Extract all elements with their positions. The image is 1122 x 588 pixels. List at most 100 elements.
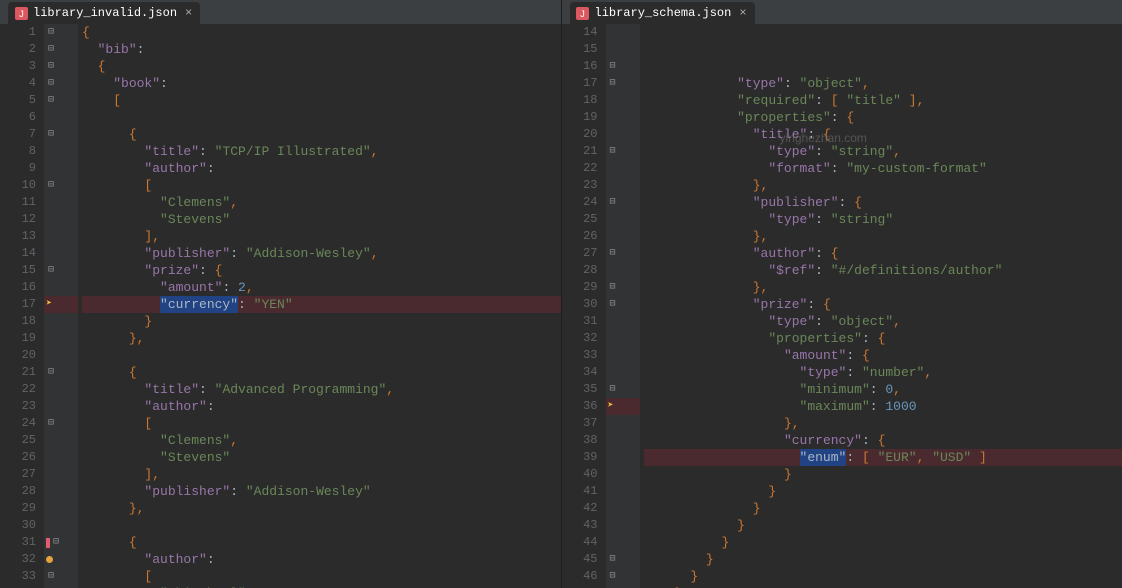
- code-line[interactable]: "currency": "YEN": [82, 296, 561, 313]
- code-line[interactable]: "maximum": 1000: [644, 398, 1122, 415]
- code-line[interactable]: "author":: [82, 160, 561, 177]
- margin-cell[interactable]: [606, 126, 640, 143]
- fold-toggle-icon[interactable]: ⊟: [608, 143, 618, 160]
- code-line[interactable]: "publisher": {: [644, 194, 1122, 211]
- code-line[interactable]: ],: [82, 466, 561, 483]
- close-icon[interactable]: ×: [739, 6, 746, 20]
- code-line[interactable]: "Stevens": [82, 449, 561, 466]
- margin-cell[interactable]: [44, 245, 78, 262]
- fold-toggle-icon[interactable]: ⊟: [608, 75, 618, 92]
- margin-cell[interactable]: ⊟: [44, 177, 78, 194]
- code-line[interactable]: "properties": {: [644, 330, 1122, 347]
- margin-cell[interactable]: [44, 483, 78, 500]
- margin-cell[interactable]: [44, 143, 78, 160]
- margin-cell[interactable]: ⊟: [44, 41, 78, 58]
- code-line[interactable]: }: [644, 517, 1122, 534]
- fold-margin[interactable]: ⊟⊟⊟⊟⊟⊟⊟⊟➤⊟⊟: [606, 24, 640, 588]
- margin-cell[interactable]: [606, 466, 640, 483]
- code-line[interactable]: "Clemens",: [82, 194, 561, 211]
- code-area[interactable]: yinghezhan.com "type": "object", "requir…: [640, 24, 1122, 588]
- code-line[interactable]: "minimum": 0,: [644, 381, 1122, 398]
- code-line[interactable]: }: [644, 500, 1122, 517]
- margin-cell[interactable]: ⊟: [44, 534, 78, 551]
- fold-toggle-icon[interactable]: ⊟: [46, 364, 56, 381]
- margin-cell[interactable]: [44, 160, 78, 177]
- code-line[interactable]: [: [82, 568, 561, 585]
- code-line[interactable]: },: [644, 177, 1122, 194]
- margin-cell[interactable]: ⊟: [44, 126, 78, 143]
- fold-toggle-icon[interactable]: ⊟: [46, 568, 56, 585]
- close-icon[interactable]: ×: [185, 6, 192, 20]
- code-line[interactable]: {: [82, 364, 561, 381]
- code-line[interactable]: "required": [ "title" ],: [644, 92, 1122, 109]
- code-line[interactable]: "$ref": "#/definitions/author": [644, 262, 1122, 279]
- code-line[interactable]: "amount": 2,: [82, 279, 561, 296]
- margin-cell[interactable]: [44, 211, 78, 228]
- fold-margin[interactable]: ⊟⊟⊟⊟⊟⊟⊟⊟➤⊟⊟⊟⊟: [44, 24, 78, 588]
- margin-cell[interactable]: ➤: [44, 296, 78, 313]
- code-line[interactable]: },: [644, 279, 1122, 296]
- code-line[interactable]: }: [644, 551, 1122, 568]
- margin-cell[interactable]: [606, 24, 640, 41]
- fold-toggle-icon[interactable]: ⊟: [46, 75, 56, 92]
- margin-cell[interactable]: [44, 466, 78, 483]
- code-line[interactable]: "title": {: [644, 126, 1122, 143]
- code-line[interactable]: },: [82, 500, 561, 517]
- code-line[interactable]: "type": "string": [644, 211, 1122, 228]
- code-area[interactable]: { "bib": { "book": [ { "title": "TCP/IP …: [78, 24, 561, 588]
- tab-library-invalid[interactable]: J library_invalid.json ×: [8, 2, 200, 24]
- fold-toggle-icon[interactable]: ⊟: [46, 92, 56, 109]
- fold-toggle-icon[interactable]: ⊟: [608, 58, 618, 75]
- margin-cell[interactable]: ⊟: [44, 568, 78, 585]
- code-line[interactable]: [: [82, 415, 561, 432]
- margin-cell[interactable]: ⊟: [44, 24, 78, 41]
- code-line[interactable]: {: [82, 24, 561, 41]
- margin-cell[interactable]: [606, 415, 640, 432]
- margin-cell[interactable]: ⊟: [606, 143, 640, 160]
- fold-toggle-icon[interactable]: ⊟: [51, 534, 61, 551]
- margin-cell[interactable]: [606, 313, 640, 330]
- fold-toggle-icon[interactable]: ⊟: [608, 296, 618, 313]
- margin-cell[interactable]: ⊟: [44, 58, 78, 75]
- margin-cell[interactable]: [606, 160, 640, 177]
- margin-cell[interactable]: [44, 313, 78, 330]
- margin-cell[interactable]: ⊟: [606, 75, 640, 92]
- margin-cell[interactable]: [606, 211, 640, 228]
- code-line[interactable]: [82, 109, 561, 126]
- code-line[interactable]: }: [644, 568, 1122, 585]
- margin-cell[interactable]: [44, 381, 78, 398]
- margin-cell[interactable]: [44, 228, 78, 245]
- code-line[interactable]: "title": "TCP/IP Illustrated",: [82, 143, 561, 160]
- code-line[interactable]: "properties": {: [644, 109, 1122, 126]
- margin-cell[interactable]: [606, 330, 640, 347]
- code-line[interactable]: "format": "my-custom-format": [644, 160, 1122, 177]
- code-line[interactable]: [82, 347, 561, 364]
- margin-cell[interactable]: [44, 398, 78, 415]
- code-line[interactable]: },: [82, 330, 561, 347]
- fold-toggle-icon[interactable]: ⊟: [46, 177, 56, 194]
- code-line[interactable]: "publisher": "Addison-Wesley",: [82, 245, 561, 262]
- fold-toggle-icon[interactable]: ⊟: [46, 415, 56, 432]
- code-line[interactable]: [: [82, 177, 561, 194]
- tab-library-schema[interactable]: J library_schema.json ×: [570, 2, 755, 24]
- margin-cell[interactable]: ⊟: [606, 279, 640, 296]
- code-line[interactable]: }: [644, 466, 1122, 483]
- margin-cell[interactable]: ⊟: [44, 262, 78, 279]
- margin-cell[interactable]: [44, 432, 78, 449]
- code-line[interactable]: "type": "object",: [644, 75, 1122, 92]
- code-line[interactable]: "currency": {: [644, 432, 1122, 449]
- margin-cell[interactable]: [606, 228, 640, 245]
- code-line[interactable]: "prize": {: [644, 296, 1122, 313]
- margin-cell[interactable]: ⊟: [606, 245, 640, 262]
- margin-cell[interactable]: [44, 194, 78, 211]
- code-line[interactable]: "enum": [ "EUR", "USD" ]: [644, 449, 1122, 466]
- margin-cell[interactable]: [44, 279, 78, 296]
- margin-cell[interactable]: [44, 517, 78, 534]
- fold-toggle-icon[interactable]: ⊟: [608, 194, 618, 211]
- fold-toggle-icon[interactable]: ⊟: [608, 568, 618, 585]
- margin-cell[interactable]: ⊟: [606, 194, 640, 211]
- code-line[interactable]: "type": "string",: [644, 143, 1122, 160]
- fold-toggle-icon[interactable]: ⊟: [608, 381, 618, 398]
- code-line[interactable]: [82, 517, 561, 534]
- margin-cell[interactable]: ⊟: [44, 415, 78, 432]
